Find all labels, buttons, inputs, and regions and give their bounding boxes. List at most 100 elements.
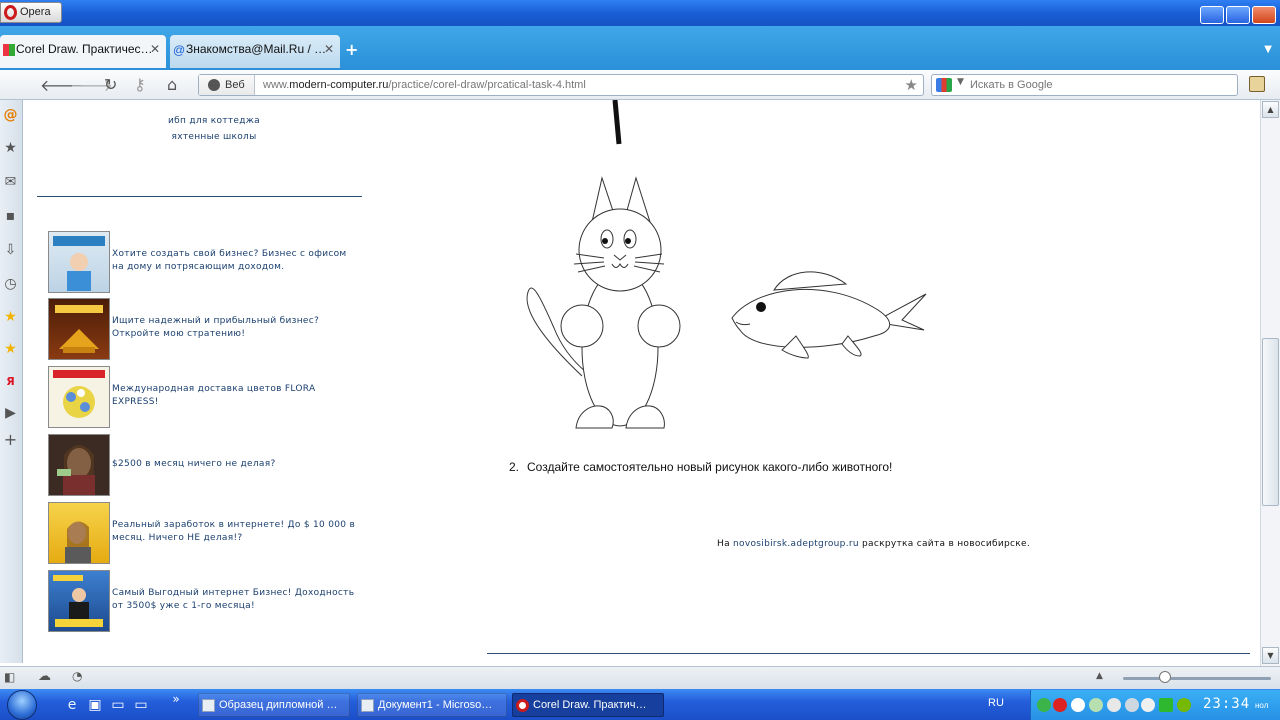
tab-mail-ru[interactable]: @ Знакомства@Mail.Ru / … ✕: [170, 35, 340, 68]
ad-text[interactable]: Реальный заработок в интернете! До $ 10 …: [112, 519, 358, 545]
tray-opera-icon[interactable]: [1053, 698, 1067, 712]
ad-thumbnail[interactable]: [48, 570, 110, 632]
scroll-up-icon[interactable]: ▲: [1262, 101, 1279, 118]
cat-right-pupil: [625, 238, 631, 244]
footer-link[interactable]: novosibirsk.adeptgroup.ru: [733, 539, 859, 549]
start-button[interactable]: [7, 690, 37, 720]
tab-strip: Corel Draw. Практичес… ✕ @ Знакомства@Ma…: [0, 26, 1280, 70]
search-box[interactable]: ▼: [931, 74, 1238, 96]
tray-green-icon[interactable]: [1037, 698, 1051, 712]
search-engine-dropdown-icon[interactable]: ▼: [957, 77, 964, 87]
opera-menu-label: Opera: [20, 6, 51, 18]
ad-link-ups[interactable]: ибп для коттеджа: [24, 116, 404, 126]
scroll-down-icon[interactable]: ▼: [1262, 647, 1279, 664]
minimize-button[interactable]: [1200, 6, 1224, 24]
tray-c-icon[interactable]: [1071, 698, 1085, 712]
ad-text[interactable]: Международная доставка цветов FLORA EXPR…: [112, 383, 358, 409]
home-icon[interactable]: ⌂: [167, 75, 177, 94]
opera-menu-button[interactable]: Opera: [0, 2, 62, 23]
cat-drawing: [526, 176, 681, 429]
unite-icon[interactable]: ▶: [2, 405, 19, 422]
page-menu-icon[interactable]: [1249, 76, 1265, 92]
mail-icon[interactable]: ✉: [2, 174, 19, 191]
opera-icon: [516, 699, 529, 712]
taskbar-item-label: Образец дипломной …: [219, 699, 338, 711]
opera-logo-icon: [4, 5, 17, 20]
stick-line: [612, 100, 622, 145]
close-tab-icon[interactable]: ✕: [324, 35, 334, 63]
ad-item[interactable]: Хотите создать свой бизнес? Бизнес с офи…: [48, 231, 358, 293]
tray-green-square-icon[interactable]: [1159, 698, 1173, 712]
ad-thumbnail[interactable]: [48, 434, 110, 496]
tray-notes-icon[interactable]: [1107, 698, 1121, 712]
star-icon[interactable]: ★: [2, 309, 19, 326]
google-icon[interactable]: [936, 78, 952, 92]
notes-icon[interactable]: ▪: [2, 208, 19, 225]
panel-toggle-icon[interactable]: ◧: [4, 670, 15, 684]
add-panel-icon[interactable]: +: [2, 431, 19, 448]
zoom-slider[interactable]: [1123, 677, 1271, 680]
show-desktop-icon[interactable]: ▭: [110, 697, 126, 713]
opera-unite-cloud-icon[interactable]: ☁: [38, 669, 51, 684]
ad-text[interactable]: Хотите создать свой бизнес? Бизнес с офи…: [112, 248, 358, 274]
turbo-gauge-icon[interactable]: ◔: [72, 669, 82, 683]
tab-menu-chevron-icon[interactable]: ▼: [1264, 44, 1272, 55]
mail-ru-icon[interactable]: @: [2, 107, 19, 124]
ad-text[interactable]: $2500 в месяц ничего не делая?: [112, 458, 358, 471]
taskbar-item-word-thesis[interactable]: Образец дипломной …: [198, 693, 350, 717]
reload-icon[interactable]: ↻: [104, 75, 117, 94]
address-badge-label: Веб: [225, 79, 245, 91]
mail-ru-favicon-icon: @: [173, 43, 186, 57]
history-icon[interactable]: ◷: [2, 276, 19, 293]
search-input[interactable]: [970, 77, 1230, 93]
ad-thumbnail[interactable]: [48, 298, 110, 360]
task-text: Создайте самостоятельно новый рисунок ка…: [527, 460, 893, 474]
bookmark-star-icon[interactable]: ★: [905, 76, 918, 94]
fish-body: [731, 288, 890, 348]
taskbar-item-opera-corel[interactable]: Corel Draw. Практич…: [512, 693, 664, 717]
address-security-badge[interactable]: Веб: [199, 75, 255, 95]
ad-thumbnail[interactable]: [48, 231, 110, 293]
ad-item[interactable]: Ищите надежный и прибыльный бизнес? Откр…: [48, 298, 358, 360]
corel-icon[interactable]: ▣: [87, 697, 103, 713]
taskbar-item-label: Corel Draw. Практич…: [533, 699, 647, 711]
maximize-button[interactable]: [1226, 6, 1250, 24]
web-page: ибп для коттеджа яхтенные школы Хотите с…: [24, 100, 1260, 663]
ad-text[interactable]: Ищите надежный и прибыльный бизнес? Откр…: [112, 315, 358, 341]
tray-leaf-icon[interactable]: [1089, 698, 1103, 712]
address-url[interactable]: www.modern-computer.ru/practice/corel-dr…: [263, 75, 586, 95]
ad-item[interactable]: Реальный заработок в интернете! До $ 10 …: [48, 502, 358, 564]
ad-thumbnail[interactable]: [48, 502, 110, 564]
nvidia-icon[interactable]: [1177, 698, 1191, 712]
wand-key-icon[interactable]: ⚷: [134, 75, 146, 94]
ad-item[interactable]: $2500 в месяц ничего не делая?: [48, 434, 358, 496]
ad-item[interactable]: Самый Выгодный интернет Бизнес! Доходнос…: [48, 570, 358, 632]
view-options-icon[interactable]: ▲: [1096, 671, 1103, 681]
close-window-button[interactable]: [1252, 6, 1276, 24]
vertical-scrollbar[interactable]: ▲ ▼: [1260, 100, 1280, 666]
clock[interactable]: 23:34: [1203, 696, 1250, 712]
star-icon[interactable]: ★: [2, 341, 19, 358]
ad-link-yacht-school[interactable]: яхтенные школы: [24, 132, 404, 142]
volume-icon[interactable]: [1141, 698, 1155, 712]
tab-corel-draw[interactable]: Corel Draw. Практичес… ✕: [0, 35, 166, 68]
ad-text[interactable]: Самый Выгодный интернет Бизнес! Доходнос…: [112, 587, 358, 613]
ad-thumbnail[interactable]: [48, 366, 110, 428]
zoom-slider-handle[interactable]: [1159, 671, 1171, 683]
new-tab-button[interactable]: +: [345, 40, 358, 59]
ad-item[interactable]: Международная доставка цветов FLORA EXPR…: [48, 366, 358, 428]
language-indicator[interactable]: RU: [988, 697, 1004, 709]
internet-explorer-icon[interactable]: e: [64, 697, 80, 713]
url-path: /practice/corel-draw/prcatical-task-4.ht…: [388, 79, 586, 91]
bookmarks-icon[interactable]: ★: [2, 140, 19, 157]
close-tab-icon[interactable]: ✕: [150, 35, 160, 63]
transfers-icon[interactable]: ⇩: [2, 242, 19, 259]
yandex-icon[interactable]: Я: [2, 373, 19, 390]
tray-window-icon[interactable]: [1125, 698, 1139, 712]
cat-head: [578, 208, 662, 292]
quicklaunch-more-icon[interactable]: »: [168, 691, 184, 707]
taskbar-item-document1[interactable]: Документ1 - Microso…: [357, 693, 507, 717]
address-bar[interactable]: Веб www.modern-computer.ru/practice/core…: [198, 74, 924, 96]
window-switch-icon[interactable]: ▭: [133, 697, 149, 713]
scrollbar-thumb[interactable]: [1262, 338, 1279, 506]
